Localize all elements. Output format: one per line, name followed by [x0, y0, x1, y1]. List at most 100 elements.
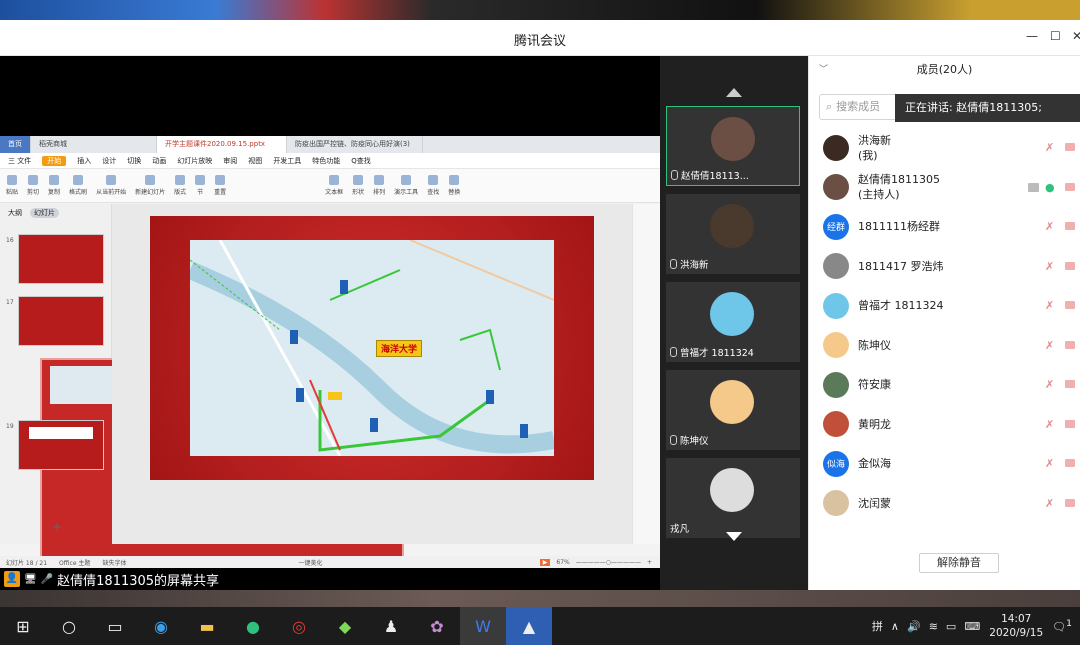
video-tile[interactable]: 陈坤仪	[666, 370, 800, 450]
tab-outline[interactable]: 大纲	[8, 208, 22, 218]
slide-thumb-19[interactable]: 19	[6, 420, 104, 470]
file-explorer-icon[interactable]: ▬	[184, 607, 230, 645]
mic-on-icon[interactable]: ●	[1045, 181, 1055, 194]
qq-icon[interactable]: ♟	[368, 607, 414, 645]
unmute-button[interactable]: 解除静音	[919, 553, 999, 573]
mic-off-icon[interactable]: ✗	[1045, 220, 1055, 233]
wps-menu-transition[interactable]: 切换	[127, 156, 141, 166]
slide-thumb-16[interactable]: 16	[6, 234, 104, 284]
ribbon-find[interactable]: 查找	[427, 175, 439, 196]
camera-off-icon[interactable]	[1065, 301, 1075, 309]
ribbon-cut[interactable]: 剪切	[27, 175, 39, 196]
wps-menu-file[interactable]: 三 文件	[8, 156, 31, 166]
mic-off-icon[interactable]: ✗	[1045, 299, 1055, 312]
ribbon-present-tools[interactable]: 演示工具	[394, 175, 418, 196]
search-icon[interactable]: ○	[46, 607, 92, 645]
ribbon-section[interactable]: 节	[195, 175, 206, 196]
camera-off-icon[interactable]	[1065, 182, 1075, 191]
app2-icon[interactable]: ✿	[414, 607, 460, 645]
mic-off-icon[interactable]: ✗	[1045, 457, 1055, 470]
list-item[interactable]: 1811417 罗浩炜 ✗	[809, 247, 1080, 287]
list-item[interactable]: 洪海新 (我) ✗	[809, 128, 1080, 168]
ribbon-replace[interactable]: 替换	[448, 175, 460, 196]
ribbon-format-painter[interactable]: 格式刷	[69, 175, 87, 196]
wechat-icon[interactable]: ●	[230, 607, 276, 645]
wps-menu-animation[interactable]: 动画	[152, 156, 166, 166]
netease-music-icon[interactable]: ◎	[276, 607, 322, 645]
windows-start-icon[interactable]: ⊞	[0, 607, 46, 645]
wps-menu-view[interactable]: 视图	[248, 156, 262, 166]
wps-menu-review[interactable]: 审阅	[223, 156, 237, 166]
tab-slides[interactable]: 幻灯片	[30, 208, 59, 218]
list-item[interactable]: 沈闰蒙 ✗	[809, 484, 1080, 524]
camera-off-icon[interactable]	[1065, 459, 1075, 467]
battery-icon[interactable]: ▭	[946, 620, 956, 633]
list-item[interactable]: 似海 金似海 ✗	[809, 444, 1080, 484]
mic-off-icon[interactable]: ✗	[1045, 339, 1055, 352]
wps-menu-slideshow[interactable]: 幻灯片放映	[177, 156, 212, 166]
video-tile[interactable]: 曾福才 1811324	[666, 282, 800, 362]
slide-thumb-17[interactable]: 17	[6, 296, 104, 346]
list-item[interactable]: 陈坤仪 ✗	[809, 326, 1080, 366]
ribbon-paste[interactable]: 粘贴	[6, 175, 18, 196]
wps-menu-search[interactable]: Q查找	[351, 156, 371, 166]
mic-off-icon[interactable]: ✗	[1045, 260, 1055, 273]
list-item[interactable]: 曾福才 1811324 ✗	[809, 286, 1080, 326]
wps-menu-devtools[interactable]: 开发工具	[273, 156, 301, 166]
notification-icon[interactable]: 🗨1	[1052, 618, 1072, 634]
wps-tab-store[interactable]: 稻壳商城	[31, 136, 157, 153]
list-item[interactable]: 黄明龙 ✗	[809, 405, 1080, 445]
wps-tab-doc2[interactable]: 防疫出国严控链、防疫同心用好演(3)	[287, 136, 423, 153]
wps-icon[interactable]: W	[460, 607, 506, 645]
status-beautify[interactable]: 一键美化	[298, 558, 322, 567]
ribbon-shape[interactable]: 形状	[352, 175, 364, 196]
minimize-icon[interactable]: —	[1026, 29, 1038, 43]
scroll-down-icon[interactable]	[726, 532, 742, 541]
close-icon[interactable]: ✕	[1072, 29, 1080, 43]
ribbon-reset[interactable]: 重置	[214, 175, 226, 196]
tray-expand-icon[interactable]: ∧	[891, 620, 899, 633]
wps-tab-doc[interactable]: 开学主题课件2020.09.15.pptx	[157, 136, 287, 153]
mic-off-icon[interactable]: ✗	[1045, 418, 1055, 431]
camera-off-icon[interactable]	[1065, 340, 1075, 349]
volume-icon[interactable]: 🔊	[907, 620, 921, 633]
camera-off-icon[interactable]	[1065, 380, 1075, 388]
camera-off-icon[interactable]	[1065, 143, 1075, 151]
mic-off-icon[interactable]: ✗	[1045, 141, 1055, 154]
ribbon-layout[interactable]: 版式	[174, 175, 186, 196]
ribbon-arrange[interactable]: 排列	[373, 175, 385, 196]
wps-tab-home[interactable]: 首页	[0, 136, 31, 153]
ime-indicator[interactable]: 拼	[872, 618, 883, 634]
ribbon-textbox[interactable]: 文本框	[325, 175, 343, 196]
ribbon-new-slide[interactable]: 新建幻灯片	[135, 175, 165, 196]
add-slide-icon[interactable]: +	[52, 520, 62, 534]
zoom-slider[interactable]: —————○—————	[576, 559, 641, 566]
member-search-input[interactable]: ⌕ 搜索成员	[819, 94, 899, 120]
wps-menu-start[interactable]: 开始	[42, 155, 67, 166]
app-icon[interactable]: ◆	[322, 607, 368, 645]
collapse-chevron-icon[interactable]: ﹀	[819, 56, 828, 84]
wifi-icon[interactable]: ≋	[929, 620, 938, 633]
mic-off-icon[interactable]: ✗	[1045, 497, 1055, 510]
video-tile[interactable]: 戎凡	[666, 458, 800, 538]
ribbon-copy[interactable]: 复制	[48, 175, 60, 196]
camera-off-icon[interactable]	[1065, 261, 1075, 270]
scroll-up-icon[interactable]	[726, 88, 742, 97]
camera-off-icon[interactable]	[1065, 222, 1075, 230]
zoom-level[interactable]: 67%	[556, 559, 569, 566]
tencent-meeting-icon[interactable]: ▲	[506, 607, 552, 645]
maximize-icon[interactable]: ☐	[1050, 29, 1061, 43]
video-tile[interactable]: 洪海新	[666, 194, 800, 274]
wps-menu-insert[interactable]: 插入	[77, 156, 91, 166]
list-item[interactable]: 经群 1811111杨经群 ✗	[809, 207, 1080, 247]
status-missing-font[interactable]: 缺失字体	[102, 558, 126, 567]
camera-off-icon[interactable]	[1065, 498, 1075, 507]
keyboard-icon[interactable]: ⌨	[964, 620, 980, 633]
zoom-in-icon[interactable]: +	[647, 559, 652, 566]
play-icon[interactable]: ▶	[539, 558, 551, 566]
list-item[interactable]: 赵倩倩1811305 (主持人) ●	[809, 168, 1080, 208]
wps-menu-features[interactable]: 特色功能	[312, 156, 340, 166]
list-item[interactable]: 符安康 ✗	[809, 365, 1080, 405]
video-tile[interactable]: 赵倩倩18113...	[666, 106, 800, 186]
wps-menu-design[interactable]: 设计	[102, 156, 116, 166]
